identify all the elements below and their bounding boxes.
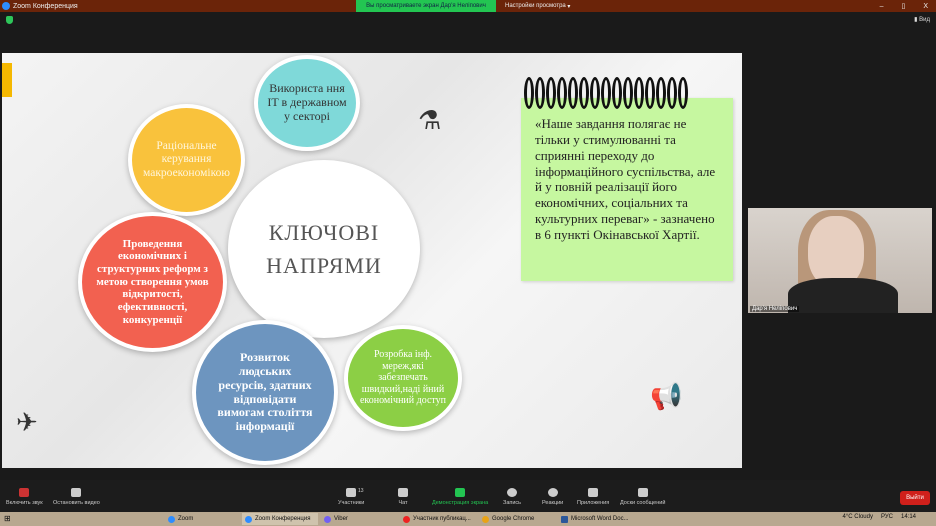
leave-button[interactable]: Выйти [900,491,930,505]
circle-it-public-sector: Використа ння IT в державном у секторі [254,55,360,151]
participants-label: Участники [338,500,365,506]
share-screen-icon [455,488,466,497]
apps-icon [588,488,599,497]
quote-note: «Наше завдання полягає не тільки у стиму… [521,98,733,281]
taskbar: ⊞ Zoom Zoom Конференция Viber Участник п… [0,512,936,526]
camera-icon [71,488,82,497]
circle-reforms: Проведення економічних і структурних реф… [78,212,227,352]
slide-tab-decoration [2,63,12,97]
circle-human-resources: Розвиток людських ресурсів, здатних відп… [192,320,338,465]
shield-icon[interactable] [6,16,13,24]
taskbar-label: Zoom Конференция [255,516,311,522]
participants-icon [346,488,357,497]
whiteboard-label: Доски сообщений [620,500,666,506]
view-label: Вид [919,17,930,23]
chat-label: Чат [398,500,408,506]
taskbar-item-word[interactable]: Microsoft Word Doc... [558,513,634,525]
video-label: Остановить видео [53,500,100,506]
share-banner: Вы просматриваете экран Дар'я Неліпович [356,0,496,12]
whiteboard-button[interactable]: Доски сообщений [620,488,665,506]
paper-plane-icon: ✈ [16,407,38,437]
clock[interactable]: 14:14 [901,514,916,520]
shared-slide: Використа ння IT в державном у секторі Р… [2,53,742,468]
taskbar-item-chrome[interactable]: Google Chrome [479,513,555,525]
taskbar-item-zoom[interactable]: Zoom [165,513,237,525]
minimize-button[interactable]: – [880,3,884,10]
zoom-icon [2,2,10,10]
participants-count: 13 [358,488,364,494]
circle-text: Розвиток людських ресурсів, здатних відп… [217,350,313,434]
record-label: Запись [503,500,522,506]
taskbar-item-opera[interactable]: Участник публикац... [400,513,476,525]
meeting-controls: Включить звук Остановить видео Участники… [0,480,936,512]
apps-label: Приложения [577,500,610,506]
record-button[interactable]: Запись [503,488,521,506]
apps-button[interactable]: Приложения [577,488,609,506]
circle-macroeconomics: Раціональне керування макроекономікою [128,104,245,216]
flask-icon: ⚗ [418,105,442,135]
chat-button[interactable]: Чат [398,488,408,506]
quote-text: «Наше завдання полягає не тільки у стиму… [535,116,716,243]
share-screen-button[interactable]: Демонстрация экрана [432,488,488,506]
participant-name: Дар'я Неліпович [750,306,800,312]
language-indicator[interactable]: РУС [881,514,893,520]
circle-key-directions: КЛЮЧОВІ НАПРЯМИ [228,160,420,338]
reactions-icon [547,488,558,497]
view-button[interactable]: ▮ Вид [914,16,930,23]
taskbar-label: Участник публикац... [413,516,471,522]
spiral-binding-decoration [524,77,688,109]
record-icon [507,488,518,497]
megaphone-icon: 📢 [650,381,683,411]
taskbar-label: Viber [334,516,348,522]
view-options-button[interactable]: Настройки просмотра ▾ [505,0,570,12]
muted-mic-icon [19,488,30,497]
reactions-label: Реакции [542,500,564,506]
participant-video[interactable]: Дар'я Неліпович [748,208,932,313]
weather[interactable]: 4°C Cloudy [843,514,873,520]
taskbar-item-viber[interactable]: Viber [321,513,397,525]
taskbar-item-zoom-meeting[interactable]: Zoom Конференция [242,513,318,525]
circle-text: Проведення економічних і структурних реф… [96,237,209,326]
circle-networks: Розробка інф. мереж,які забезпечать швид… [344,325,462,431]
center-title-line1: КЛЮЧОВІ [268,219,380,245]
reactions-button[interactable]: Реакции [542,488,563,506]
stop-video-button[interactable]: Остановить видео [53,488,100,506]
whiteboard-icon [637,488,648,497]
close-button[interactable]: X [923,3,928,10]
taskbar-label: Google Chrome [492,516,535,522]
center-title-line2: НАПРЯМИ [266,253,382,278]
window-title: Zoom Конференция [13,2,78,10]
windows-start-icon[interactable]: ⊞ [4,514,11,523]
taskbar-label: Zoom [178,516,194,522]
circle-text: Розробка інф. мереж,які забезпечать швид… [359,349,446,407]
chat-icon [398,488,408,497]
circle-text: Раціональне керування макроекономікою [143,140,230,179]
view-options-label: Настройки просмотра [505,3,566,9]
circle-text: Використа ння IT в державном у секторі [267,81,347,123]
share-label: Демонстрация экрана [432,500,489,506]
maximize-button[interactable]: ▯ [901,2,905,10]
unmute-label: Включить звук [6,500,43,506]
taskbar-label: Microsoft Word Doc... [571,516,629,522]
unmute-button[interactable]: Включить звук [6,488,43,506]
